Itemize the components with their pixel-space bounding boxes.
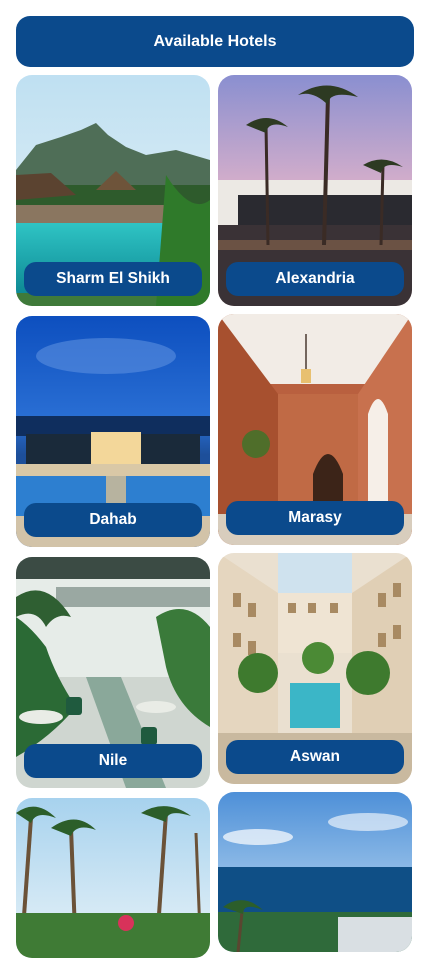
- hotel-name-button[interactable]: Marasy: [226, 501, 404, 535]
- hotel-name: Sharm El Shikh: [56, 270, 170, 287]
- hotel-card-dahab[interactable]: Dahab: [16, 316, 210, 547]
- hotel-name-button[interactable]: Nile: [24, 744, 202, 778]
- page-title: Available Hotels: [153, 32, 277, 50]
- hotel-card[interactable]: [218, 792, 412, 952]
- hotel-name: Dahab: [89, 511, 137, 528]
- hotel-card-aswan[interactable]: Aswan: [218, 553, 412, 784]
- hotel-card[interactable]: [16, 798, 210, 958]
- hotel-card-sharm-el-shikh[interactable]: Sharm El Shikh: [16, 75, 210, 306]
- hotel-name-button[interactable]: Sharm El Shikh: [24, 262, 202, 296]
- hotel-name-button[interactable]: Alexandria: [226, 262, 404, 296]
- hotel-name: Nile: [98, 752, 128, 769]
- hotel-name-button[interactable]: Dahab: [24, 503, 202, 537]
- header-bar: Available Hotels: [16, 16, 414, 67]
- hotel-name: Marasy: [288, 509, 342, 526]
- hotel-image: [16, 798, 210, 958]
- hotel-name: Aswan: [290, 748, 340, 765]
- hotel-card-marasy[interactable]: Marasy: [218, 314, 412, 545]
- hotel-image: [218, 792, 412, 952]
- hotel-card-nile[interactable]: Nile: [16, 557, 210, 788]
- hotel-card-alexandria[interactable]: Alexandria: [218, 75, 412, 306]
- hotel-name: Alexandria: [275, 270, 355, 287]
- hotel-name-button[interactable]: Aswan: [226, 740, 404, 774]
